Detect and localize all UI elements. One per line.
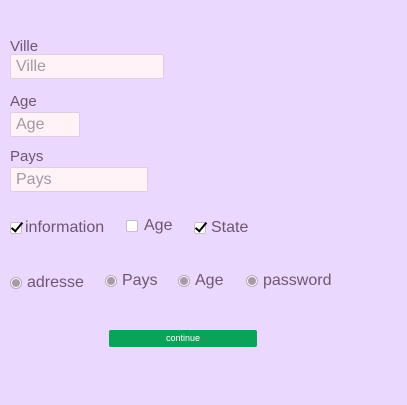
continue-button[interactable]: continue	[109, 330, 257, 347]
checkbox-label-information: information	[25, 219, 105, 236]
radio-age[interactable]	[178, 275, 190, 287]
checkbox-option-state[interactable]: State	[194, 219, 248, 237]
checkbox-age[interactable]	[126, 220, 138, 232]
radio-label-pays: Pays	[122, 272, 158, 289]
checkbox-label-state: State	[211, 219, 249, 236]
checkbox-information[interactable]	[10, 222, 22, 234]
radio-label-age: Age	[195, 272, 224, 289]
pays-label: Pays	[10, 148, 44, 165]
age-input[interactable]	[10, 112, 80, 137]
checkbox-option-information[interactable]: information	[10, 219, 104, 237]
checkbox-group: information Age State	[0, 217, 407, 238]
radio-adresse[interactable]	[10, 277, 22, 289]
pays-input[interactable]	[10, 167, 148, 192]
checkbox-option-age[interactable]: Age	[126, 217, 172, 235]
radio-label-password: password	[263, 272, 332, 289]
radio-option-adresse[interactable]: adresse	[10, 274, 84, 292]
radio-label-adresse: adresse	[27, 274, 84, 291]
radio-pays[interactable]	[105, 275, 117, 287]
radio-option-age[interactable]: Age	[178, 272, 223, 290]
radio-option-pays[interactable]: Pays	[105, 272, 158, 290]
ville-label: Ville	[10, 38, 39, 55]
checkbox-label-age: Age	[144, 217, 173, 234]
radio-password[interactable]	[246, 275, 258, 287]
radio-option-password[interactable]: password	[246, 272, 331, 290]
ville-input[interactable]	[10, 54, 164, 79]
checkbox-state[interactable]	[194, 222, 206, 234]
age-label: Age	[10, 93, 37, 110]
radio-group: adresse Pays Age password	[0, 272, 407, 292]
